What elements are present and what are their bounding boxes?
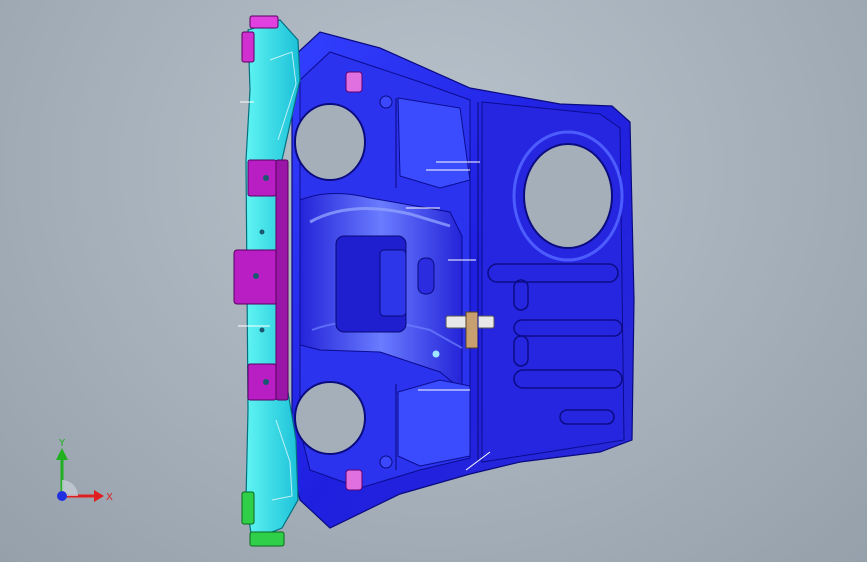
z-axis-origin [57,491,67,501]
y-axis-arrow [56,448,68,460]
lower-mount-pad [345,469,363,491]
upper-shoulder [397,97,471,189]
upper-bolt [379,95,393,109]
tunnel-slot [417,257,435,295]
3d-viewport[interactable]: Y X [0,0,867,562]
x-axis-arrow [94,490,104,502]
center-marker [432,350,440,358]
floor-panel-model[interactable] [0,0,867,562]
upper-mount-pad [345,71,363,93]
tunnel-step [379,249,407,317]
coordinate-triad: Y X [56,438,113,503]
center-bracket-tab [465,311,479,349]
right-large-hole [523,143,613,249]
lower-shoulder [397,379,471,467]
x-axis-label: X [106,492,113,503]
lower-bolt [379,455,393,469]
left-bottom-hole [294,381,366,455]
left-top-hole [294,103,366,181]
y-axis-label: Y [58,438,66,449]
